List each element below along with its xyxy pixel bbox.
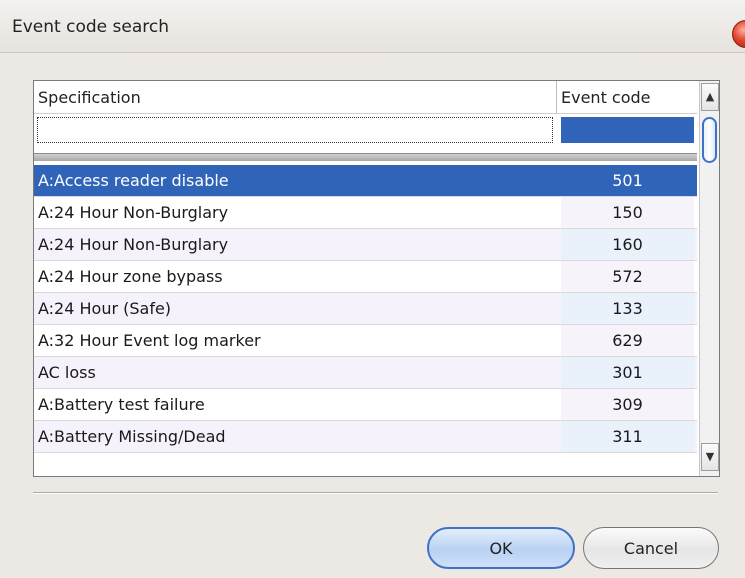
- specification-cell: A:Access reader disable: [38, 171, 229, 190]
- grid-header: Specification Event code: [34, 81, 697, 114]
- specification-cell: A:Battery Missing/Dead: [38, 427, 226, 446]
- column-header-event-code[interactable]: Event code: [561, 81, 691, 113]
- column-header-specification[interactable]: Specification: [38, 81, 557, 113]
- specification-cell: A:Battery test failure: [38, 395, 205, 414]
- filter-separator: [34, 153, 697, 161]
- table-row[interactable]: AC loss 301: [34, 357, 697, 389]
- window-title: Event code search: [12, 17, 169, 37]
- scroll-up-arrow-icon[interactable]: ▲: [701, 83, 719, 111]
- scroll-down-arrow-icon[interactable]: ▼: [701, 443, 719, 471]
- specification-cell: A:24 Hour Non-Burglary: [38, 203, 229, 222]
- cancel-button[interactable]: Cancel: [583, 527, 719, 569]
- event-code-grid: Specification Event code A:Access reader…: [33, 80, 720, 477]
- button-divider: [33, 492, 718, 494]
- event-code-cell: 629: [561, 325, 694, 356]
- specification-cell: A:24 Hour (Safe): [38, 299, 172, 318]
- table-row[interactable]: A:Battery test failure 309: [34, 389, 697, 421]
- event-code-cell: 150: [561, 197, 694, 228]
- vertical-scrollbar[interactable]: ▲ ▼: [699, 81, 719, 476]
- event-code-cell: 572: [561, 261, 694, 292]
- event-code-cell: 311: [561, 421, 694, 452]
- filter-row: [34, 113, 697, 146]
- table-row[interactable]: A:Battery Missing/Dead 311: [34, 421, 697, 453]
- event-code-cell: 501: [561, 165, 694, 196]
- specification-filter-input[interactable]: [37, 117, 553, 143]
- event-code-cell: 301: [561, 357, 694, 388]
- event-code-cell: 133: [561, 293, 694, 324]
- table-row[interactable]: A:24 Hour zone bypass 572: [34, 261, 697, 293]
- table-row[interactable]: A:32 Hour Event log marker 629: [34, 325, 697, 357]
- specification-cell: A:24 Hour zone bypass: [38, 267, 223, 286]
- specification-cell: A:32 Hour Event log marker: [38, 331, 261, 350]
- event-code-cell: 309: [561, 389, 694, 420]
- table-row[interactable]: A:24 Hour Non-Burglary 160: [34, 229, 697, 261]
- specification-cell: AC loss: [38, 363, 96, 382]
- close-icon[interactable]: [732, 20, 745, 48]
- table-row[interactable]: A:24 Hour Non-Burglary 150: [34, 197, 697, 229]
- scrollbar-thumb[interactable]: [702, 117, 717, 163]
- event-code-cell: 160: [561, 229, 694, 260]
- table-row[interactable]: A:24 Hour (Safe) 133: [34, 293, 697, 325]
- event-code-filter-cell[interactable]: [561, 117, 694, 143]
- ok-button[interactable]: OK: [427, 527, 575, 569]
- title-bar: Event code search: [0, 0, 745, 53]
- table-row[interactable]: A:Access reader disable 501: [34, 165, 697, 197]
- specification-cell: A:24 Hour Non-Burglary: [38, 235, 229, 254]
